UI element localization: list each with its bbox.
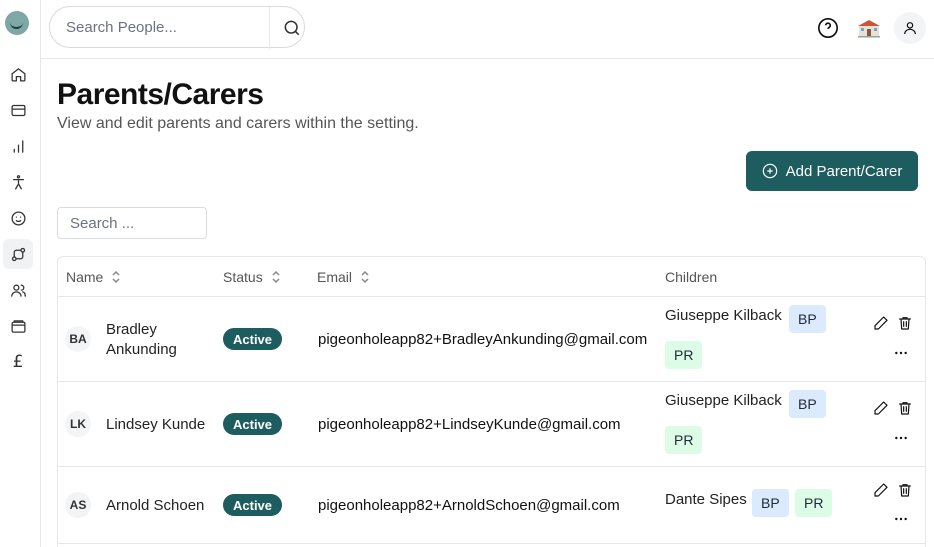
parent-email: pigeonholeapp82+ArnoldSchoen@gmail.com [318, 497, 620, 514]
column-header-children-label: Children [665, 269, 718, 285]
ellipsis-icon [895, 436, 907, 440]
more-options-button[interactable] [891, 428, 911, 448]
column-header-status[interactable]: Status [223, 269, 281, 285]
ellipsis-icon [895, 517, 907, 521]
parent-name: Bradley Ankunding [106, 321, 177, 358]
avatar: AS [65, 492, 91, 518]
sort-icon [272, 270, 280, 284]
user-icon [904, 22, 916, 35]
home-icon [10, 67, 26, 82]
people-search [49, 6, 305, 49]
sidebar-item-children[interactable] [3, 167, 33, 197]
parent-email: pigeonholeapp82+BradleyAnkunding@gmail.c… [318, 331, 648, 348]
bar-chart-icon [13, 139, 23, 153]
pencil-icon [874, 316, 888, 330]
table-row[interactable]: LK Lindsey Kunde Active pigeonholeapp82+… [58, 382, 925, 467]
plus-circle-icon [762, 163, 777, 179]
user-menu-button[interactable] [894, 12, 926, 44]
search-button[interactable] [269, 7, 314, 49]
status-badge: Active [223, 413, 283, 435]
add-parent-carer-button[interactable]: Add Parent/Carer [746, 151, 918, 191]
more-options-button[interactable] [891, 343, 911, 363]
child-tag-pr: PR [665, 341, 703, 369]
users-icon [10, 284, 26, 297]
delete-button[interactable] [895, 398, 915, 418]
avatar: BA [65, 326, 91, 352]
child-tag-bp: BP [789, 390, 826, 418]
sidebar-item-home[interactable] [3, 59, 33, 89]
table-header: Name Status Email Children [58, 257, 925, 297]
avatar: LK [65, 411, 91, 437]
edit-button[interactable] [871, 398, 891, 418]
column-header-email[interactable]: Email [317, 269, 370, 285]
child-tag-bp: BP [752, 489, 789, 517]
status-badge: Active [223, 328, 283, 350]
sidebar-item-babies[interactable] [3, 203, 33, 233]
top-header [41, 0, 934, 59]
status-badge: Active [223, 494, 283, 516]
sidebar-item-reports[interactable] [3, 131, 33, 161]
sort-icon [361, 270, 369, 284]
page-title: Parents/Carers [57, 78, 264, 111]
trash-icon [899, 402, 911, 415]
column-header-children: Children [665, 269, 717, 285]
search-icon [284, 20, 300, 36]
parent-email: pigeonholeapp82+LindseyKunde@gmail.com [318, 416, 621, 433]
sidebar-item-parents[interactable] [3, 239, 33, 269]
sort-icon [112, 270, 120, 284]
child-icon [12, 174, 24, 190]
help-circle-icon [818, 18, 838, 38]
add-parent-carer-label: Add Parent/Carer [785, 162, 903, 180]
sidebar-item-wallet[interactable] [3, 311, 33, 341]
wallet-icon [10, 319, 26, 333]
setting-switch-button[interactable] [853, 12, 885, 44]
child-tag-bp: BP [789, 305, 826, 333]
pencil-icon [874, 483, 888, 497]
child-name: Giuseppe Kilback [665, 307, 782, 324]
ellipsis-icon [895, 351, 907, 355]
column-header-status-label: Status [223, 269, 263, 285]
pencil-icon [874, 401, 888, 415]
page-subtitle: View and edit parents and carers within … [57, 115, 419, 132]
sidebar-item-payments[interactable] [3, 95, 33, 125]
route-icon [11, 247, 25, 261]
help-button[interactable] [812, 12, 844, 44]
column-header-name[interactable]: Name [66, 269, 121, 285]
baby-face-icon [10, 210, 26, 226]
parents-table: Name Status Email Children BA Bradley An… [57, 256, 926, 547]
child-name: Dante Sipes [665, 491, 747, 508]
child-tag-pr: PR [665, 426, 703, 454]
delete-button[interactable] [895, 480, 915, 500]
table-row[interactable]: BA Bradley Ankunding Active pigeonholeap… [58, 297, 925, 382]
child-name: Giuseppe Kilback [665, 392, 782, 409]
column-header-name-label: Name [66, 269, 104, 285]
school-building-icon [858, 20, 880, 38]
edit-button[interactable] [871, 480, 891, 500]
trash-icon [899, 484, 911, 497]
sidebar-item-staff[interactable] [3, 275, 33, 305]
sidebar: £ [0, 0, 41, 547]
column-header-email-label: Email [317, 269, 353, 285]
table-row[interactable]: AS Arnold Schoen Active pigeonholeapp82+… [58, 467, 925, 544]
people-search-input[interactable] [66, 18, 256, 36]
edit-button[interactable] [871, 313, 891, 333]
more-options-button[interactable] [891, 509, 911, 529]
app-logo[interactable] [5, 11, 29, 35]
pound-icon: £ [12, 352, 24, 372]
table-search-input[interactable] [57, 207, 207, 239]
delete-button[interactable] [895, 313, 915, 333]
credit-card-icon [10, 104, 26, 116]
trash-icon [899, 317, 911, 330]
child-tag-pr: PR [795, 489, 833, 517]
sidebar-item-finance[interactable]: £ [3, 347, 33, 377]
